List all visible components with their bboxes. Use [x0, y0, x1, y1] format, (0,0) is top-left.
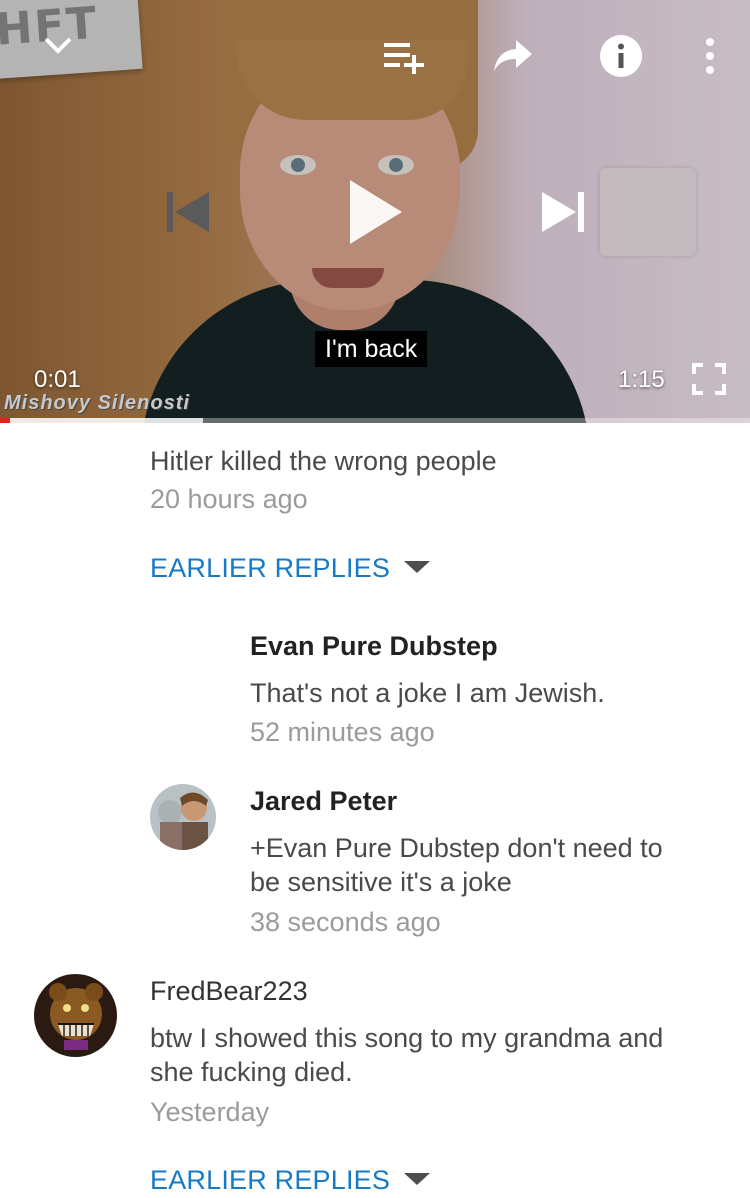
avatar[interactable] — [150, 784, 216, 850]
skip-next-icon[interactable] — [540, 190, 586, 234]
earlier-replies-label: EARLIER REPLIES — [150, 1165, 391, 1195]
comment-text-line: she fucking died. — [150, 1057, 353, 1087]
reply-timestamp: 52 minutes ago — [250, 717, 435, 747]
avatar[interactable] — [34, 974, 117, 1057]
current-time: 0:01 — [34, 366, 81, 393]
earlier-replies-label: EARLIER REPLIES — [150, 553, 391, 583]
progress-played — [0, 418, 10, 423]
reply-text-line: be sensitive it's a joke — [250, 867, 512, 897]
video-watermark: Mishovy Silenosti — [4, 392, 190, 414]
reply-timestamp: 38 seconds ago — [250, 907, 441, 937]
skip-previous-icon[interactable] — [165, 190, 211, 234]
reply-text: Hitler killed the wrong people — [150, 446, 497, 476]
chevron-down-icon[interactable] — [40, 30, 76, 60]
video-player[interactable]: HFT I'm back 0:01 1:15 Mishovy Silenosti — [0, 0, 750, 423]
avatar-image — [34, 974, 117, 1057]
caret-down-icon — [404, 560, 431, 573]
comment-timestamp: Yesterday — [150, 1097, 270, 1127]
more-vert-icon[interactable] — [700, 36, 720, 76]
progress-buffered — [0, 418, 203, 423]
reply-timestamp: 20 hours ago — [150, 484, 308, 514]
reply-author[interactable]: Jared Peter — [250, 784, 397, 818]
play-icon[interactable] — [348, 178, 404, 246]
reply-text-line: +Evan Pure Dubstep don't need to — [250, 833, 663, 863]
comment-text-line: btw I showed this song to my grandma and — [150, 1023, 664, 1053]
add-to-playlist-icon[interactable] — [382, 40, 428, 74]
fullscreen-icon[interactable] — [692, 363, 726, 395]
info-icon[interactable] — [599, 34, 643, 78]
earlier-replies-button[interactable]: EARLIER REPLIES — [150, 1163, 431, 1197]
reply-text: That's not a joke I am Jewish. — [250, 678, 605, 708]
comment-author[interactable]: FredBear223 — [150, 974, 308, 1008]
video-caption: I'm back — [315, 331, 428, 367]
progress-bar[interactable] — [0, 418, 750, 423]
earlier-replies-button[interactable]: EARLIER REPLIES — [150, 551, 431, 585]
duration: 1:15 — [618, 366, 665, 393]
caret-down-icon — [404, 1172, 431, 1185]
reply-author[interactable]: Evan Pure Dubstep — [250, 629, 498, 663]
share-icon[interactable] — [492, 38, 534, 74]
avatar-image — [150, 784, 216, 850]
